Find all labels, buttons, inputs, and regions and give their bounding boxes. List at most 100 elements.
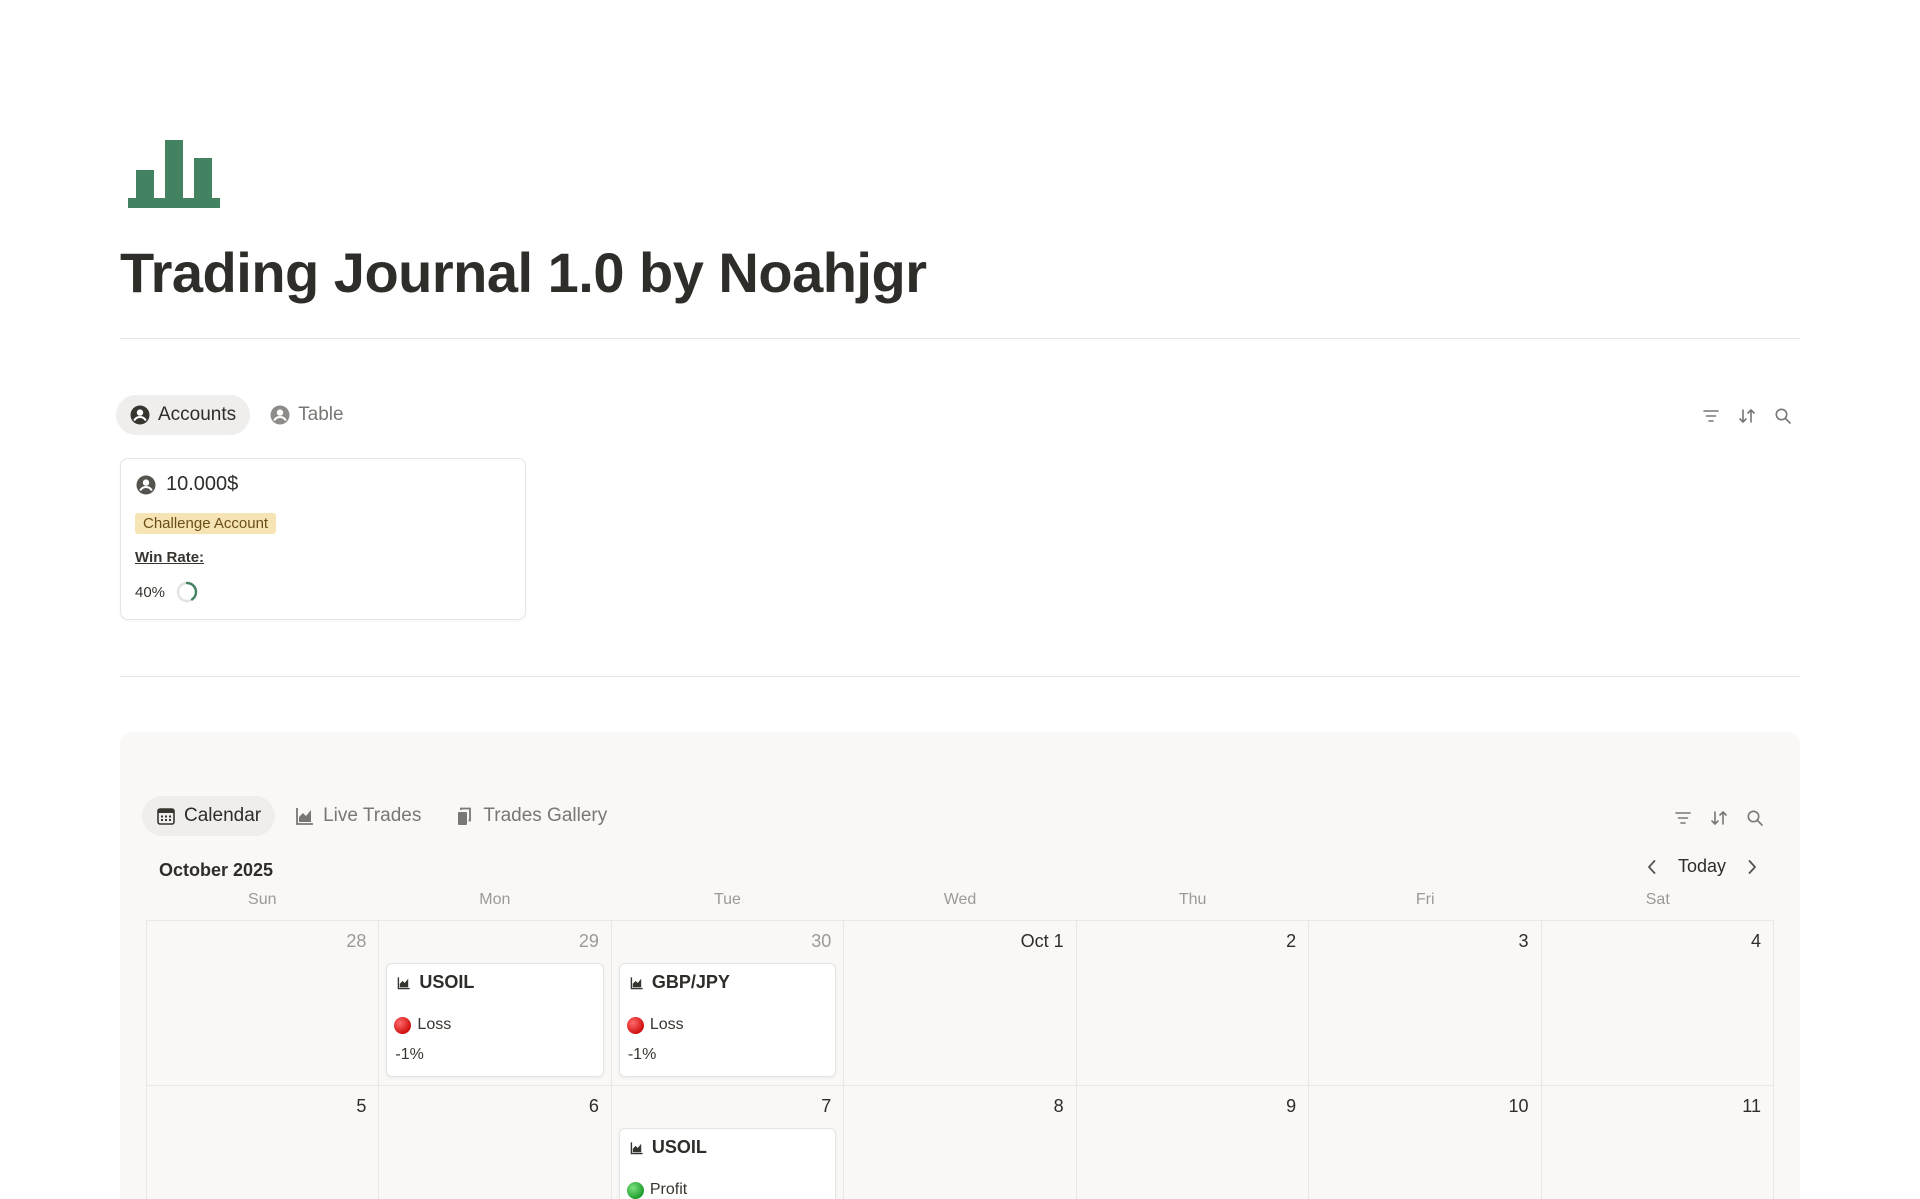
weekday-label: Mon xyxy=(479,891,511,908)
tab-label: Table xyxy=(298,404,344,425)
tab-trades-gallery[interactable]: Trades Gallery xyxy=(441,796,621,836)
calendar-day[interactable]: 3 xyxy=(1308,921,1540,1085)
trade-card[interactable]: GBP/JPY Loss -1% xyxy=(618,963,837,1077)
filter-icon[interactable] xyxy=(1674,809,1692,827)
day-number: 2 xyxy=(1286,931,1297,951)
day-number: 6 xyxy=(588,1096,599,1116)
trade-symbol: USOIL xyxy=(419,972,475,992)
chart-icon xyxy=(630,1141,643,1154)
calendar-day[interactable]: 6 xyxy=(378,1086,610,1199)
trade-percent: -1% xyxy=(395,1046,424,1063)
calendar-day[interactable]: 11 xyxy=(1540,1086,1774,1199)
calendar-day[interactable]: Oct 1 xyxy=(843,921,1075,1085)
red-circle-icon xyxy=(626,1016,644,1034)
weekday-label: Sun xyxy=(248,891,277,908)
account-name: 10.000$ xyxy=(136,473,238,496)
accounts-view-tabs: Accounts Table xyxy=(116,395,358,435)
weekday-label: Sat xyxy=(1645,891,1670,908)
search-icon[interactable] xyxy=(1774,407,1792,425)
day-number: 30 xyxy=(811,931,832,951)
win-rate: 40% xyxy=(135,580,199,604)
day-number: 8 xyxy=(1053,1096,1064,1116)
gallery-icon xyxy=(458,807,472,825)
progress-ring-icon xyxy=(176,581,198,603)
accounts-view-tools xyxy=(1702,407,1792,425)
day-number: 28 xyxy=(346,931,367,951)
trade-result-text: Profit xyxy=(649,1181,688,1198)
chart-icon xyxy=(296,808,314,825)
filter-icon[interactable] xyxy=(1702,407,1720,425)
weekday-label: Fri xyxy=(1415,891,1435,908)
trade-title: USOIL xyxy=(630,1137,707,1158)
calendar-day[interactable]: 2 xyxy=(1075,921,1308,1085)
sort-icon[interactable] xyxy=(1738,407,1756,425)
calendar-grid: Sun Mon Tue Wed Thu Fri Sat 28 29 USOIL … xyxy=(146,887,1774,1199)
calendar-day[interactable]: 9 xyxy=(1075,1086,1308,1199)
account-card[interactable]: 10.000$ Challenge Account Win Rate: 40% xyxy=(120,458,526,620)
tab-label: Live Trades xyxy=(323,805,422,826)
weekday-label: Thu xyxy=(1178,891,1207,908)
search-icon[interactable] xyxy=(1746,809,1764,827)
tab-label: Calendar xyxy=(184,805,262,826)
day-number: Oct 1 xyxy=(1020,931,1064,951)
divider xyxy=(120,676,1800,677)
person-circle-icon xyxy=(136,475,156,494)
day-number: 3 xyxy=(1518,931,1529,951)
today-button[interactable]: Today xyxy=(1678,856,1726,877)
weekday-label: Wed xyxy=(943,891,977,908)
calendar-day[interactable]: 28 xyxy=(146,921,378,1085)
trade-title: GBP/JPY xyxy=(630,972,730,993)
weekday-label: Tue xyxy=(713,891,741,908)
day-number: 10 xyxy=(1508,1096,1529,1116)
person-circle-icon xyxy=(270,405,290,425)
sort-icon[interactable] xyxy=(1710,809,1728,827)
divider xyxy=(120,338,1800,339)
day-number: 9 xyxy=(1286,1096,1297,1116)
trade-symbol: GBP/JPY xyxy=(651,972,730,992)
calendar-day[interactable]: 30 GBP/JPY Loss -1% xyxy=(610,921,843,1085)
chevron-right-icon[interactable] xyxy=(1744,858,1760,876)
trade-card[interactable]: USOIL Loss -1% xyxy=(386,963,604,1077)
day-number: 11 xyxy=(1742,1096,1761,1116)
tab-live-trades[interactable]: Live Trades xyxy=(281,796,435,836)
tab-calendar[interactable]: Calendar xyxy=(142,796,276,836)
day-number: 7 xyxy=(821,1096,832,1116)
trade-percent: -1% xyxy=(627,1046,657,1063)
trade-result: Profit xyxy=(626,1181,688,1199)
chart-icon xyxy=(630,976,643,989)
calendar-day[interactable]: 29 USOIL Loss -1% xyxy=(378,921,610,1085)
account-type-tag: Challenge Account xyxy=(135,513,277,534)
calendar-week: 5 6 7 USOIL Profit 8 9 10 11 xyxy=(146,1085,1774,1199)
red-circle-icon xyxy=(394,1016,412,1034)
calendar-day[interactable]: 8 xyxy=(843,1086,1075,1199)
tab-table[interactable]: Table xyxy=(256,395,357,435)
calendar-icon xyxy=(157,808,175,825)
calendar-nav: Today xyxy=(1644,856,1760,877)
tab-label: Trades Gallery xyxy=(483,805,608,826)
calendar-day[interactable]: 4 xyxy=(1540,921,1774,1085)
day-number: 29 xyxy=(578,931,599,951)
tab-label: Accounts xyxy=(158,404,237,425)
calendar-view-tabs: Calendar Live Trades Trades Gallery xyxy=(142,796,621,836)
tab-accounts[interactable]: Accounts xyxy=(116,395,251,435)
trade-result: Loss xyxy=(626,1016,684,1034)
page-title: Trading Journal 1.0 by Noahjgr xyxy=(120,241,927,304)
calendar-view-tools xyxy=(1674,809,1764,827)
chart-icon xyxy=(398,976,411,989)
trade-symbol: USOIL xyxy=(651,1137,707,1157)
calendar-day[interactable]: 5 xyxy=(146,1086,378,1199)
bar-chart-icon xyxy=(128,140,220,208)
account-name-text: 10.000$ xyxy=(166,473,239,495)
chevron-left-icon[interactable] xyxy=(1644,858,1660,876)
trade-result: Loss xyxy=(394,1016,451,1034)
calendar-day[interactable]: 10 xyxy=(1308,1086,1540,1199)
calendar-week: 28 29 USOIL Loss -1% 30 GBP/JPY Loss -1%… xyxy=(146,920,1774,1085)
win-rate-label: Win Rate: xyxy=(135,549,205,566)
calendar-day[interactable]: 7 USOIL Profit xyxy=(610,1086,843,1199)
green-circle-icon xyxy=(626,1181,644,1199)
weekday-header: Sun Mon Tue Wed Thu Fri Sat xyxy=(146,887,1774,920)
trade-result-text: Loss xyxy=(649,1016,684,1033)
trade-card[interactable]: USOIL Profit xyxy=(618,1128,837,1199)
win-rate-value: 40% xyxy=(135,583,166,601)
trade-result-text: Loss xyxy=(417,1016,452,1033)
